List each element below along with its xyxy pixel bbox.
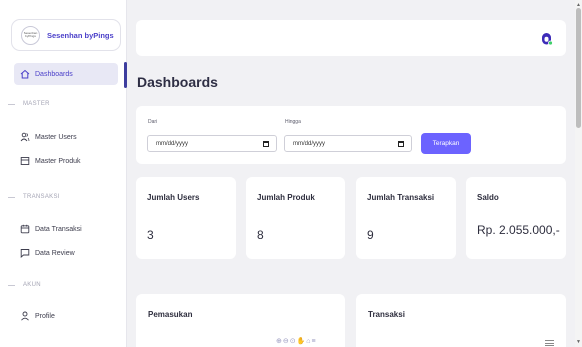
page-title: Dashboards (137, 74, 218, 90)
user-icon (20, 311, 30, 321)
calendar-icon[interactable] (263, 141, 269, 147)
sidebar-item-label: Data Review (35, 249, 75, 257)
stat-card-saldo: Saldo Rp. 2.055.000,- (466, 177, 566, 259)
sidebar-item-label: Profile (35, 312, 55, 320)
stat-card-users: Jumlah Users 3 (136, 177, 236, 259)
sidebar-item-data-review[interactable]: Data Review (14, 242, 118, 264)
section-akun: AKUN (8, 282, 41, 288)
sidebar-item-label: Master Produk (35, 157, 81, 165)
to-label: Hingga (285, 119, 301, 125)
section-master: MASTER (8, 101, 50, 107)
stat-label: Jumlah Users (147, 193, 200, 202)
brand-logo: Sesenhan byPings (21, 25, 40, 45)
calendar-icon (20, 224, 30, 234)
box-icon (20, 156, 30, 166)
stat-value: 3 (147, 228, 154, 242)
sidebar-item-master-users[interactable]: Master Users (14, 126, 118, 148)
sidebar-item-dashboards[interactable]: Dashboards (14, 63, 118, 85)
scroll-down-icon[interactable]: ▼ (576, 339, 581, 345)
section-transaksi: TRANSAKSI (8, 194, 60, 200)
date-filter-card: Dari mm/dd/yyyy Hingga mm/dd/yyyy Terapk… (136, 106, 566, 164)
to-date-input[interactable]: mm/dd/yyyy (284, 135, 412, 152)
stat-label: Saldo (477, 193, 499, 202)
stat-card-produk: Jumlah Produk 8 (246, 177, 345, 259)
from-label: Dari (148, 119, 158, 125)
stat-value: 9 (367, 228, 374, 242)
stat-value: Rp. 2.055.000,- (477, 223, 560, 237)
chart-toolbar[interactable]: ⊕⊖⊙✋⌂≡ (276, 337, 317, 345)
sidebar-item-label: Data Transaksi (35, 225, 82, 233)
sidebar-item-data-transaksi[interactable]: Data Transaksi (14, 218, 118, 240)
sidebar-item-label: Master Users (35, 133, 77, 141)
topbar (136, 20, 566, 56)
users-icon (20, 132, 30, 142)
income-chart-card: Pemasukan ⊕⊖⊙✋⌂≡ (136, 294, 345, 347)
calendar-icon[interactable] (398, 141, 404, 147)
sidebar-item-label: Dashboards (35, 70, 73, 78)
brand[interactable]: Sesenhan byPings Sesenhan byPings (11, 19, 121, 51)
avatar-icon[interactable] (539, 31, 554, 46)
stat-label: Jumlah Produk (257, 193, 315, 202)
chart-title: Transaksi (368, 310, 405, 319)
brand-name: Sesenhan byPings (47, 30, 114, 40)
chart-title: Pemasukan (148, 310, 193, 319)
stat-card-transaksi: Jumlah Transaksi 9 (356, 177, 456, 259)
from-date-input[interactable]: mm/dd/yyyy (147, 135, 277, 152)
sidebar-item-profile[interactable]: Profile (14, 305, 118, 327)
sidebar-item-master-produk[interactable]: Master Produk (14, 150, 118, 172)
transactions-chart-card: Transaksi (356, 294, 566, 347)
sidebar: Sesenhan byPings Sesenhan byPings Dashbo… (0, 0, 127, 347)
scroll-thumb[interactable] (576, 8, 581, 128)
stat-label: Jumlah Transaksi (367, 193, 435, 202)
stat-value: 8 (257, 228, 264, 242)
chat-icon (20, 248, 30, 258)
active-indicator (124, 62, 127, 88)
menu-icon[interactable] (545, 340, 554, 346)
apply-button[interactable]: Terapkan (421, 133, 471, 154)
scrollbar[interactable]: ▲ ▼ (575, 0, 582, 347)
home-icon (20, 69, 30, 79)
